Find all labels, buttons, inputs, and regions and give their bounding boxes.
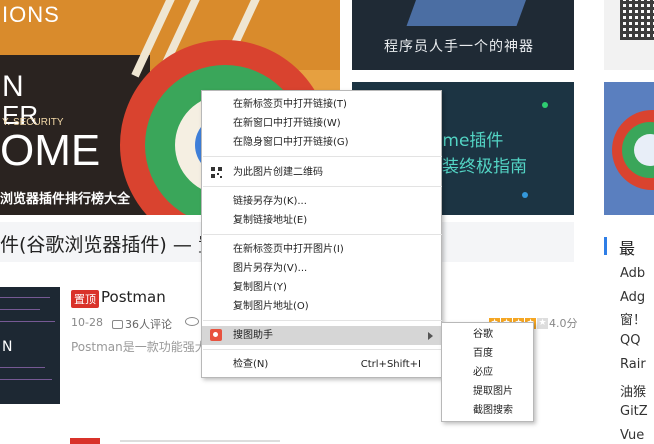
- menu-label: 检查(N): [233, 359, 269, 370]
- menu-label: 搜图助手: [233, 330, 273, 341]
- submenu-item-google[interactable]: 谷歌: [442, 325, 533, 344]
- menu-open-link-new-window[interactable]: 在新窗口中打开链接(W): [202, 114, 441, 133]
- banner-text-ome: OME: [0, 126, 101, 175]
- sidebar-item[interactable]: Adb: [620, 266, 645, 281]
- extension-icon: [210, 329, 222, 341]
- submenu-item-screenshot-search[interactable]: 截图搜索: [442, 401, 533, 420]
- menu-separator: [203, 186, 442, 187]
- star-empty-icon: ★: [537, 318, 548, 329]
- menu-create-qr-code[interactable]: 为此图片创建二维码: [202, 163, 441, 182]
- menu-label: 在新标签页中打开图片(I): [233, 244, 344, 255]
- submenu-item-baidu[interactable]: 百度: [442, 344, 533, 363]
- menu-label: 为此图片创建二维码: [233, 167, 323, 178]
- decor-dot: [522, 192, 528, 198]
- thumb-line: [0, 297, 50, 298]
- menu-image-search-helper[interactable]: 搜图助手: [202, 326, 441, 345]
- guitar-graphic: [406, 0, 528, 26]
- thumb-text: N: [2, 339, 13, 355]
- menu-shortcut: Ctrl+Shift+I: [360, 359, 421, 370]
- context-menu: 在新标签页中打开链接(T) 在新窗口中打开链接(W) 在隐身窗口中打开链接(G)…: [201, 90, 442, 378]
- sidebar-heading-text: 最: [619, 239, 636, 258]
- qr-code-icon: [211, 167, 222, 178]
- menu-separator: [203, 156, 442, 157]
- banner-text-n: N: [2, 70, 24, 103]
- menu-label: 链接另存为(K)...: [233, 196, 307, 207]
- menu-save-link-as[interactable]: 链接另存为(K)...: [202, 192, 441, 211]
- sidebar-item[interactable]: 窗！: [620, 309, 646, 328]
- menu-label: 复制链接地址(E): [233, 215, 308, 226]
- next-post-badge: [70, 438, 100, 444]
- comment-icon: [112, 320, 123, 329]
- menu-copy-image-address[interactable]: 复制图片地址(O): [202, 297, 441, 316]
- banner-caption: 浏览器插件排行榜大全: [0, 191, 131, 206]
- next-post-title[interactable]: [120, 440, 280, 442]
- decor-dot: [542, 102, 548, 108]
- menu-save-image-as[interactable]: 图片另存为(V)...: [202, 259, 441, 278]
- menu-open-link-incognito[interactable]: 在隐身窗口中打开链接(G): [202, 133, 441, 152]
- menu-open-link-new-tab[interactable]: 在新标签页中打开链接(T): [202, 95, 441, 114]
- menu-copy-link-address[interactable]: 复制链接地址(E): [202, 211, 441, 230]
- views-icon: [185, 317, 199, 326]
- card-caption: 程序员人手一个的神器: [384, 39, 534, 55]
- comment-count: 36人评论: [125, 318, 172, 331]
- post-title[interactable]: Postman: [101, 288, 166, 306]
- submenu-arrow-icon: [428, 332, 433, 340]
- menu-label: 图片另存为(V)...: [233, 263, 308, 274]
- menu-label: 复制图片地址(O): [233, 301, 309, 312]
- sidebar-item[interactable]: Vue: [620, 428, 644, 443]
- menu-label: 复制图片(Y): [233, 282, 287, 293]
- menu-separator: [203, 349, 442, 350]
- sidebar-item[interactable]: Adg: [620, 290, 645, 305]
- sidebar-item[interactable]: QQ: [620, 333, 640, 348]
- thumb-line: [0, 367, 45, 368]
- heading-accent: [604, 237, 607, 255]
- menu-label: 在新标签页中打开链接(T): [233, 99, 347, 110]
- submenu-item-extract-images[interactable]: 提取图片: [442, 382, 533, 401]
- submenu-item-bing[interactable]: 必应: [442, 363, 533, 382]
- post-thumbnail[interactable]: N: [0, 287, 60, 404]
- rating-score: 4.0分: [549, 317, 578, 330]
- article-title[interactable]: 件(谷歌浏览器插件) — 置: [0, 230, 217, 257]
- image-search-submenu: 谷歌 百度 必应 提取图片 截图搜索: [441, 322, 534, 422]
- qr-code-icon: [620, 0, 654, 40]
- menu-separator: [203, 234, 442, 235]
- thumb-line: [0, 379, 52, 380]
- pinned-badge: 置顶: [71, 290, 99, 308]
- sidebar-item[interactable]: Rair: [620, 357, 646, 372]
- menu-label: 在新窗口中打开链接(W): [233, 118, 341, 129]
- post-comments[interactable]: 36人评论: [112, 316, 172, 332]
- card-programmer-tools[interactable]: 程序员人手一个的神器: [352, 0, 574, 70]
- thumb-line: [0, 321, 55, 322]
- menu-open-image-new-tab[interactable]: 在新标签页中打开图片(I): [202, 240, 441, 259]
- post-date: 10-28: [71, 316, 103, 329]
- post-description: Postman是一款功能强大: [71, 340, 207, 354]
- menu-copy-image[interactable]: 复制图片(Y): [202, 278, 441, 297]
- menu-inspect[interactable]: 检查(N) Ctrl+Shift+I: [202, 355, 441, 374]
- banner-text-ions: IONS: [2, 2, 60, 27]
- menu-label: 在隐身窗口中打开链接(G): [233, 137, 349, 148]
- thumb-line: [0, 309, 40, 310]
- card-caption-line1: ome插件: [432, 131, 504, 151]
- card-caption-line2: 装终极指南: [442, 157, 527, 177]
- sidebar-item[interactable]: GitZ: [620, 404, 648, 419]
- sidebar-item[interactable]: 油猴: [620, 381, 646, 400]
- card-chrome-logo[interactable]: [604, 82, 654, 215]
- menu-separator: [203, 320, 442, 321]
